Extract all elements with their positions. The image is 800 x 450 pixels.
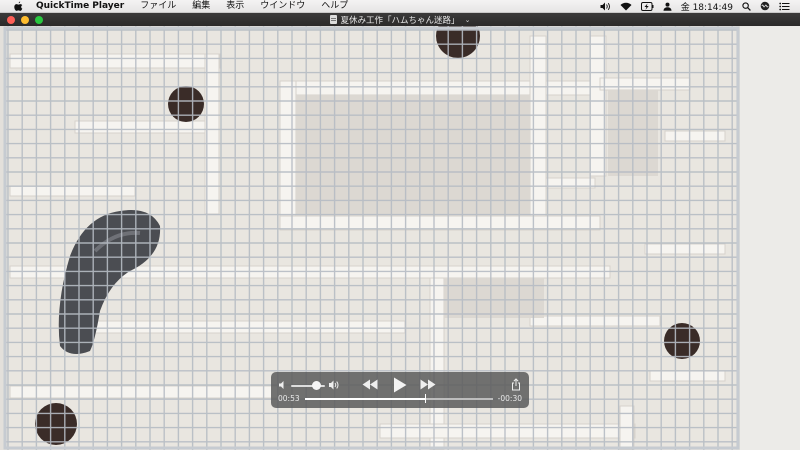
timeline-progress (305, 398, 426, 400)
status-area: 金 18:14:49 (591, 0, 800, 13)
menu-edit[interactable]: 編集 (192, 0, 210, 13)
elapsed-time: 00:53 (278, 394, 300, 403)
app-menu[interactable]: QuickTime Player (36, 0, 124, 13)
siri-icon[interactable] (760, 1, 770, 11)
video-frame[interactable]: 00:53 -00:30 (0, 26, 800, 450)
apple-menu-icon[interactable] (12, 1, 24, 12)
menu-view[interactable]: 表示 (226, 0, 244, 13)
volume-knob[interactable] (312, 381, 321, 390)
menu-bar: QuickTime Player ファイル 編集 表示 ウインドウ ヘルプ 金 … (0, 0, 800, 13)
window-title-bar[interactable]: 夏休み工作「ハムちゃん迷路」 ⌄ (0, 13, 800, 26)
search-icon[interactable] (742, 1, 751, 11)
wifi-icon[interactable] (620, 2, 632, 11)
menu-clock[interactable]: 金 18:14:49 (681, 0, 733, 13)
menu-window[interactable]: ウインドウ (260, 0, 305, 13)
remaining-time: -00:30 (497, 394, 522, 403)
timeline-scrubber[interactable] (305, 398, 493, 400)
document-icon (329, 15, 337, 24)
window-close-button[interactable] (7, 15, 15, 24)
window-minimize-button[interactable] (21, 15, 29, 24)
playback-controls: 00:53 -00:30 (271, 372, 529, 408)
notification-center-icon[interactable] (779, 2, 790, 11)
battery-charging-icon[interactable] (640, 1, 654, 11)
window-fullscreen-button[interactable] (35, 15, 43, 24)
playhead[interactable] (424, 394, 427, 403)
menu-help[interactable]: ヘルプ (321, 0, 348, 13)
volume-icon[interactable] (600, 2, 611, 11)
window-title: 夏休み工作「ハムちゃん迷路」 (340, 15, 460, 26)
user-icon[interactable] (663, 2, 672, 11)
menu-file[interactable]: ファイル (140, 0, 176, 13)
title-chevron-down-icon[interactable]: ⌄ (465, 16, 471, 24)
